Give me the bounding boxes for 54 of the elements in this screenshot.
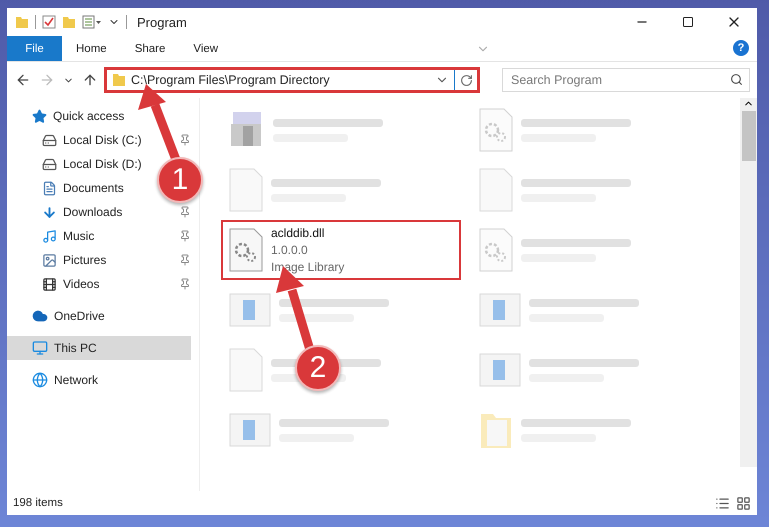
address-bar[interactable]: C:\Program Files\Program Directory (104, 67, 480, 93)
sidebar-item[interactable]: Documents (7, 176, 128, 200)
file-detail: 1.0.0.0 (271, 242, 309, 258)
star-icon (32, 108, 47, 124)
sidebar-item[interactable]: Pictures (7, 248, 110, 272)
ribbon-tab[interactable]: View (179, 36, 232, 61)
sidebar-item[interactable]: Music (7, 224, 98, 248)
download-icon (42, 204, 57, 220)
network-icon (32, 372, 48, 388)
monitor-icon (32, 340, 48, 356)
sidebar-item[interactable]: Local Disk (C:) (7, 128, 146, 152)
search-field[interactable]: Search Program (502, 68, 750, 92)
gear-file-icon (479, 228, 513, 272)
sidebar-item[interactable]: This PC (7, 336, 191, 360)
sidebar-item[interactable]: Quick access (7, 104, 128, 128)
sidebar-item[interactable]: Downloads (7, 200, 126, 224)
film-icon (42, 276, 57, 292)
help-button[interactable]: ? (733, 40, 749, 56)
sidebar-item[interactable]: Network (7, 368, 102, 392)
cloud-icon (32, 308, 48, 324)
file-icon (229, 168, 263, 212)
maximize-icon (682, 16, 694, 28)
ribbon-tab[interactable]: Share (120, 36, 180, 61)
picture-icon (42, 252, 57, 268)
drive-icon (42, 132, 57, 148)
gear-file-icon (479, 108, 513, 152)
sidebar-item[interactable]: Videos (7, 272, 104, 296)
window-title: Program (137, 14, 187, 30)
checklist-icon[interactable] (42, 15, 56, 29)
app-window-icon (229, 413, 271, 447)
properties-icon[interactable] (82, 15, 102, 29)
address-path: C:\Program Files\Program Directory (131, 73, 331, 87)
ribbon-tab[interactable]: File (7, 36, 62, 61)
sidebar-item[interactable]: Local Disk (D:) (7, 152, 146, 176)
scrollbar[interactable] (740, 98, 757, 467)
file-name: aclddib.dll (271, 224, 326, 242)
app-window-icon (479, 353, 521, 387)
file-icon (479, 168, 513, 212)
large-icons-view-icon[interactable] (736, 496, 751, 510)
search-icon (730, 73, 743, 86)
folder-icon (112, 73, 126, 87)
document-icon (42, 180, 57, 196)
app-window-icon (479, 293, 521, 327)
refresh-icon[interactable] (460, 74, 473, 86)
music-icon (42, 228, 57, 244)
app-window-icon (229, 293, 271, 327)
details-view-icon[interactable] (715, 496, 730, 510)
ribbon-tab[interactable]: Home (62, 36, 121, 61)
item-count: 198 items (13, 497, 63, 509)
sidebar-item[interactable]: OneDrive (7, 304, 109, 328)
scroll-thumb[interactable] (742, 111, 756, 161)
file-icon (229, 348, 263, 392)
drive-icon (42, 156, 57, 172)
gear-file-icon (229, 228, 263, 272)
